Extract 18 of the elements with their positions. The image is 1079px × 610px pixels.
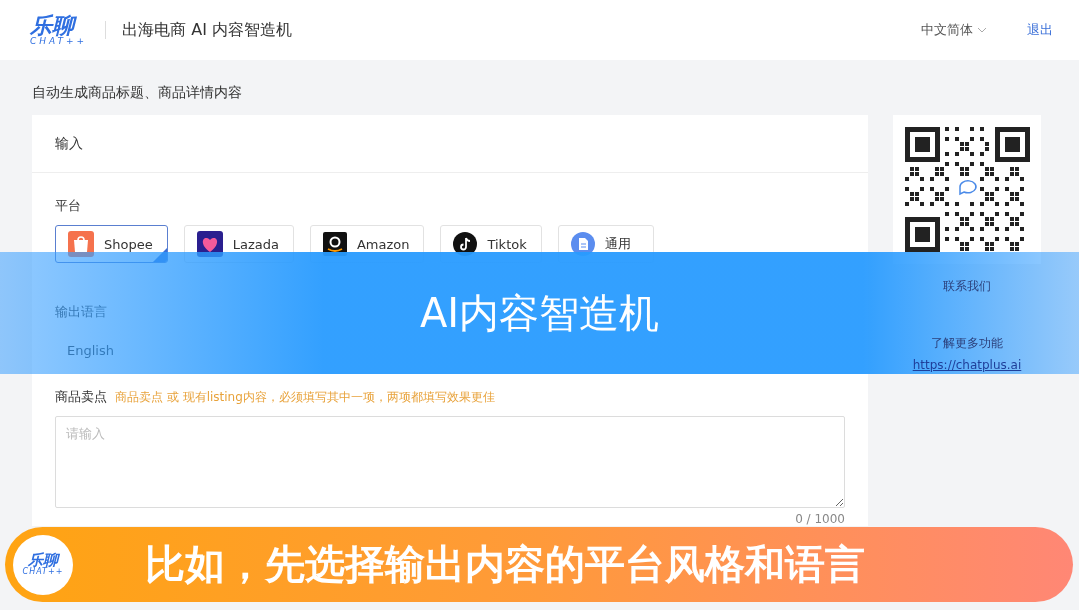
platform-label: 平台: [55, 197, 82, 215]
selling-points-label: 商品卖点: [55, 388, 107, 406]
selling-points-input[interactable]: 请输入: [55, 416, 845, 508]
banner-title: AI内容智造机: [419, 288, 660, 338]
contact-text: 联系我们: [943, 278, 991, 295]
selling-points-hint: 商品卖点 或 现有listing内容，必须填写其中一项，两项都填写效果更佳: [115, 388, 495, 406]
page-subtitle: 自动生成商品标题、商品详情内容: [32, 82, 243, 102]
website-link[interactable]: https://chatplus.ai: [912, 358, 1022, 372]
card-title: 输入: [55, 134, 83, 153]
app-title: 出海电商 AI 内容智造机: [122, 19, 292, 41]
logout-link[interactable]: 退出: [1027, 21, 1053, 39]
chevron-down-icon: [977, 27, 987, 33]
character-counter: 0 / 1000: [795, 512, 845, 526]
more-features-text: 了解更多功能: [931, 335, 1003, 352]
chat-logo: 乐聊 CHAT++: [30, 14, 88, 46]
caption-text: 比如，先选择输出内容的平台风格和语言: [145, 540, 865, 589]
language-dropdown[interactable]: 中文简体: [921, 21, 987, 39]
chat-logo: 乐聊 CHAT++: [13, 534, 73, 595]
